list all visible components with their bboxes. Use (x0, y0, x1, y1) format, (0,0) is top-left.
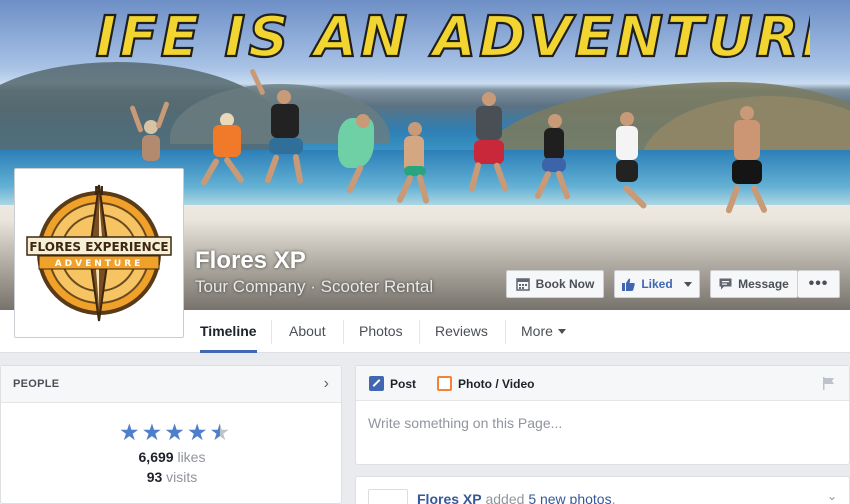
photo-tab-label: Photo / Video (458, 376, 535, 391)
cover-headline: LIFE IS AN ADVENTURE (90, 6, 810, 66)
calendar-icon (515, 278, 530, 291)
visits-count[interactable]: 93 visits (1, 469, 343, 485)
star-icon: ★ (119, 419, 140, 445)
more-options-button[interactable]: ••• (798, 270, 840, 298)
message-label: Message (738, 277, 789, 291)
tab-label: Photos (359, 323, 403, 339)
star-icon: ★ (164, 419, 185, 445)
tab-label: More (521, 323, 553, 339)
likes-number: 6,699 (138, 449, 174, 465)
book-now-label: Book Now (535, 277, 595, 291)
chevron-right-icon[interactable]: › (324, 375, 329, 393)
tab-reviews[interactable]: Reviews (435, 310, 488, 352)
tab-label: Timeline (200, 323, 257, 339)
tab-divider (505, 320, 506, 344)
logo-text-top: FLORES EXPERIENCE (29, 240, 168, 254)
message-button[interactable]: Message (710, 270, 798, 298)
thumbs-up-icon (622, 278, 636, 291)
ellipsis-icon: ••• (808, 275, 829, 292)
tab-label: Reviews (435, 323, 488, 339)
liked-label: Liked (641, 277, 673, 291)
visits-label: visits (166, 469, 198, 485)
people-card-title: PEOPLE (13, 378, 60, 390)
tab-divider (419, 320, 420, 344)
feed-photos-link[interactable]: 5 new photos (528, 491, 611, 504)
tab-divider (343, 320, 344, 344)
half-star-icon: ★ (209, 419, 231, 445)
page-title[interactable]: Flores XP (195, 247, 306, 275)
avatar[interactable] (368, 489, 408, 504)
chevron-down-icon[interactable]: ⌄ (827, 489, 837, 503)
post-tab-label: Post (390, 376, 417, 391)
star-icon: ★ (186, 419, 208, 445)
pencil-icon (369, 376, 384, 391)
tab-timeline[interactable]: Timeline (200, 310, 257, 353)
photo-icon (437, 376, 452, 391)
tab-divider (271, 320, 272, 344)
post-composer: Post Photo / Video Write something on th… (355, 365, 850, 465)
star-icon: ★ (141, 419, 163, 445)
composer-input[interactable]: Write something on this Page... (368, 415, 562, 431)
feed-action: added (485, 491, 525, 504)
chevron-down-icon (683, 281, 692, 287)
liked-button[interactable]: Liked (614, 270, 700, 298)
feed-story: Flores XP added 5 new photos. ⌄ (355, 476, 850, 504)
likes-label: likes (177, 449, 206, 465)
message-icon (719, 278, 732, 290)
logo-text-bottom: ADVENTURE (55, 259, 144, 269)
compass-logo: N FLORES EXPERIENCE ADVENTURE (26, 184, 172, 322)
svg-text:N: N (94, 184, 104, 198)
profile-picture[interactable]: N FLORES EXPERIENCE ADVENTURE (14, 168, 184, 338)
feed-suffix: . (611, 491, 616, 504)
visits-number: 93 (146, 469, 163, 485)
feed-story-text: Flores XP added 5 new photos. (417, 491, 616, 504)
cover-headline-text: LIFE IS AN ADVENTURE (90, 6, 810, 66)
people-card: PEOPLE › ★ ★ ★ ★ ★ 6,699 likes 93 visits (0, 365, 342, 504)
likes-count[interactable]: 6,699 likes (1, 449, 343, 465)
composer-post-tab[interactable]: Post (369, 366, 417, 407)
composer-tabs: Post Photo / Video (356, 366, 849, 407)
people-card-header[interactable]: PEOPLE › (1, 366, 341, 403)
feed-author-link[interactable]: Flores XP (417, 491, 482, 504)
tab-about[interactable]: About (289, 310, 326, 352)
flag-icon[interactable] (823, 377, 835, 390)
tab-more[interactable]: More (521, 310, 566, 352)
page-category[interactable]: Tour Company · Scooter Rental (195, 277, 433, 297)
tab-photos[interactable]: Photos (359, 310, 403, 352)
chevron-down-icon (557, 328, 566, 334)
composer-photo-video-tab[interactable]: Photo / Video (437, 366, 534, 401)
rating-stars[interactable]: ★ ★ ★ ★ ★ (119, 421, 230, 444)
book-now-button[interactable]: Book Now (506, 270, 604, 298)
tab-label: About (289, 323, 326, 339)
